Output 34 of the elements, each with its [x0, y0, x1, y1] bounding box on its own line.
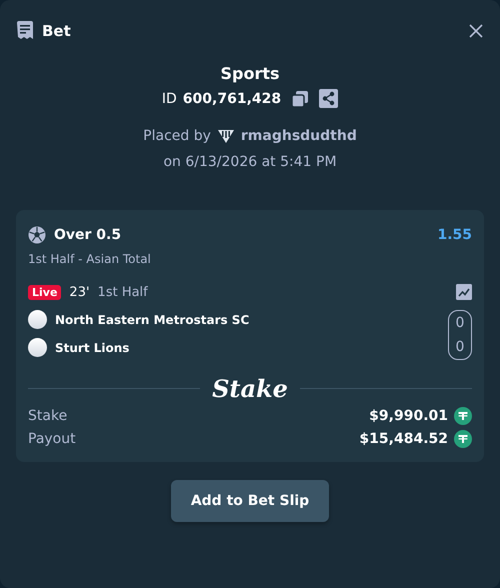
team-score: 0: [456, 339, 464, 355]
amount-value: $15,484.52: [359, 431, 448, 447]
placed-date: on 6/13/2026 at 5:41 PM: [163, 154, 337, 170]
add-to-bet-slip-button[interactable]: Add to Bet Slip: [170, 480, 330, 522]
modal-title: Bet: [42, 22, 71, 40]
amount-label: Stake: [28, 408, 68, 424]
match-period: 1st Half: [98, 284, 148, 300]
amount-label: Payout: [28, 431, 76, 447]
tether-coin-icon: [454, 407, 472, 425]
bet-id: 600,761,428: [182, 90, 282, 106]
tether-coin-icon: [454, 430, 472, 448]
stats-icon[interactable]: [456, 284, 472, 300]
team-name: North Eastern Metrostars SC: [55, 312, 250, 326]
copy-icon[interactable]: [291, 90, 310, 108]
team-name: Sturt Lions: [55, 340, 130, 354]
amount-value: $9,990.01: [369, 408, 448, 424]
bet-outcome: Over 0.5: [54, 227, 122, 243]
market-name: 1st Half - Asian Total: [28, 252, 152, 266]
match-minute: 23': [69, 284, 90, 300]
soccer-ball-icon: [28, 226, 46, 244]
vip-badge-icon: [216, 128, 235, 144]
bet-odds: 1.55: [437, 227, 472, 243]
live-badge: Live: [28, 284, 62, 300]
close-button[interactable]: [468, 23, 484, 39]
id-label: ID: [162, 90, 177, 106]
placed-by-label: Placed by: [143, 128, 211, 144]
brand-logo: Stake: [212, 374, 288, 403]
team-logo-icon: [28, 338, 47, 357]
team-score: 0: [456, 315, 464, 331]
team-logo-icon: [28, 310, 47, 329]
receipt-icon: [16, 21, 34, 41]
share-icon[interactable]: [319, 89, 338, 108]
username: rmaghsdudthd: [240, 128, 357, 144]
bet-category: Sports: [220, 64, 280, 83]
